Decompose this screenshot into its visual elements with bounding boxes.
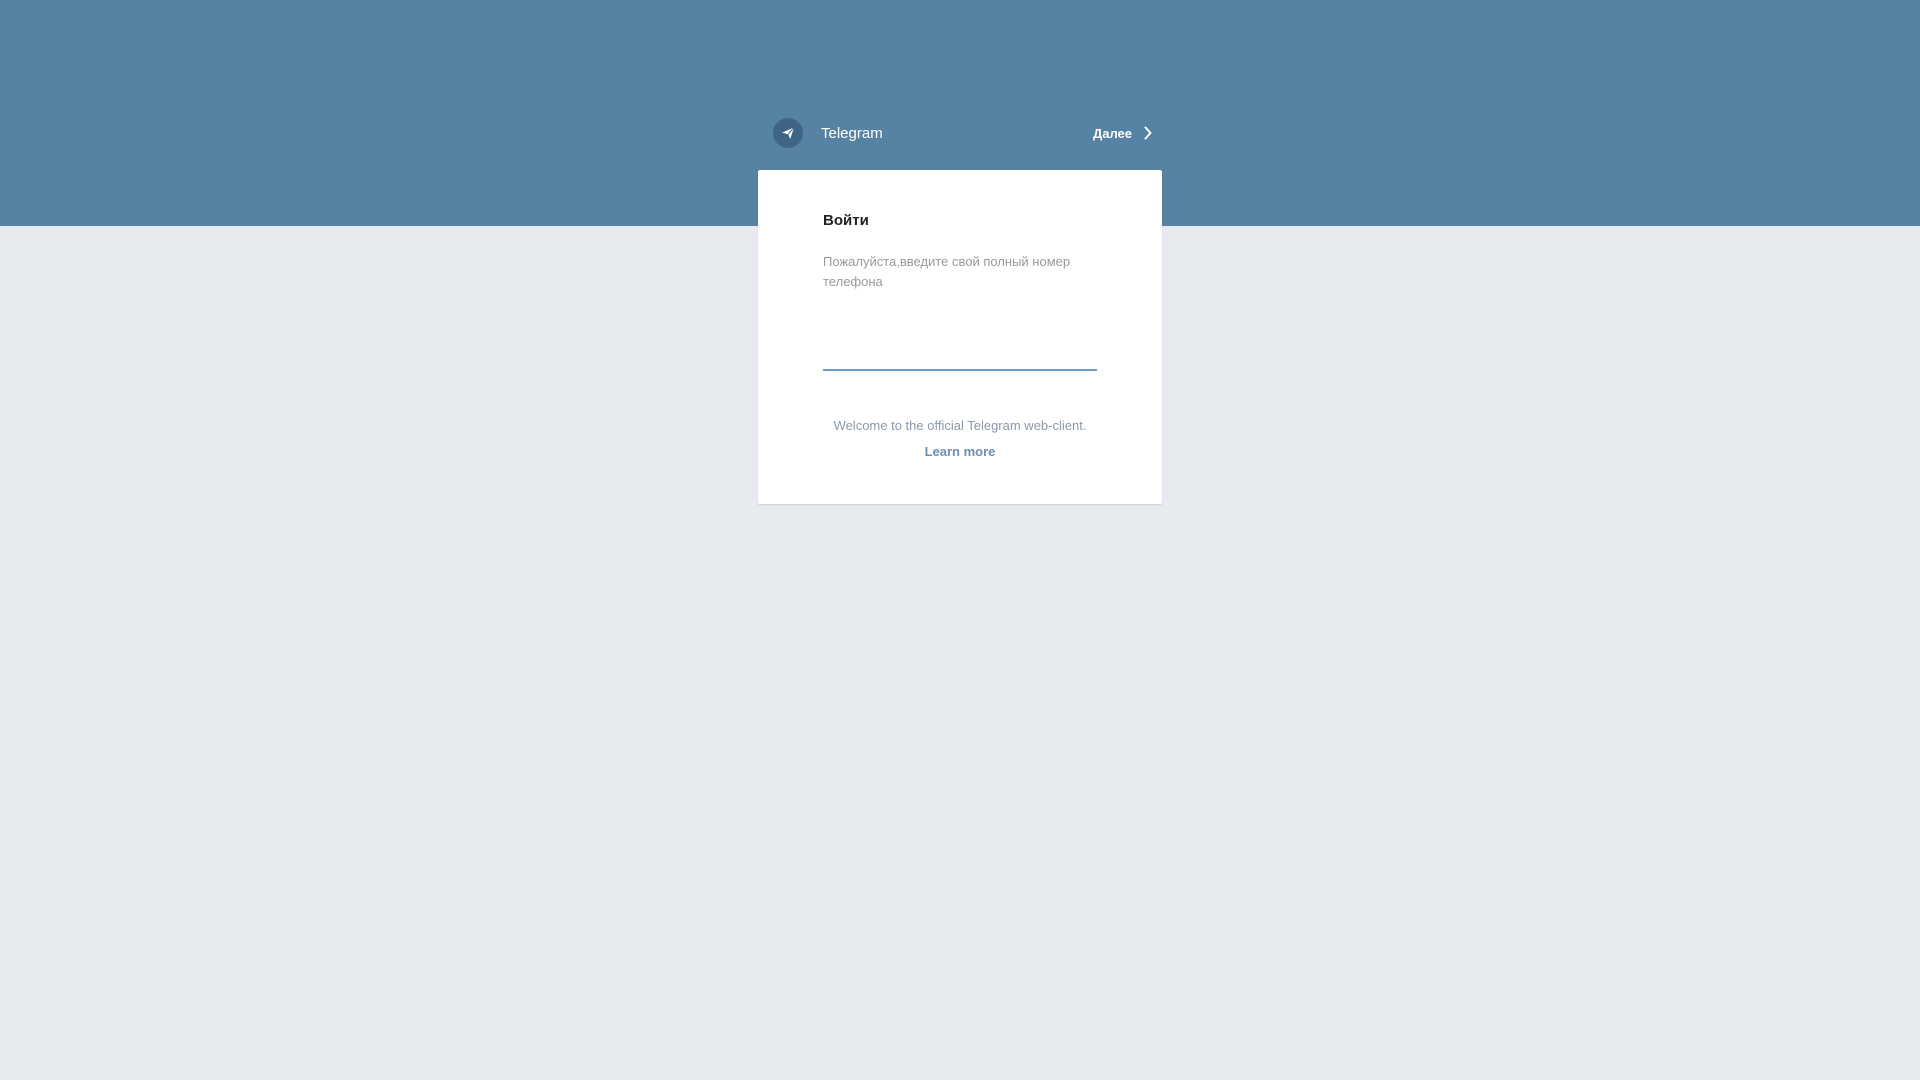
login-card: Войти Пожалуйста,введите свой полный ном… — [758, 170, 1162, 504]
brand-name: Telegram — [821, 124, 883, 142]
login-title: Войти — [823, 212, 869, 229]
phone-input[interactable] — [823, 339, 1097, 371]
next-button[interactable]: Далее — [1093, 118, 1152, 148]
welcome-text: Welcome to the official Telegram web-cli… — [833, 418, 1087, 433]
login-description: Пожалуйста,введите свой полный номер тел… — [823, 254, 1071, 289]
chevron-right-icon — [1144, 126, 1152, 140]
header: Telegram Далее — [758, 116, 1162, 150]
brand-link[interactable]: Telegram — [773, 118, 883, 148]
telegram-plane-icon — [773, 118, 803, 148]
learn-more-link[interactable]: Learn more — [758, 444, 1162, 459]
next-button-label: Далее — [1092, 125, 1132, 141]
